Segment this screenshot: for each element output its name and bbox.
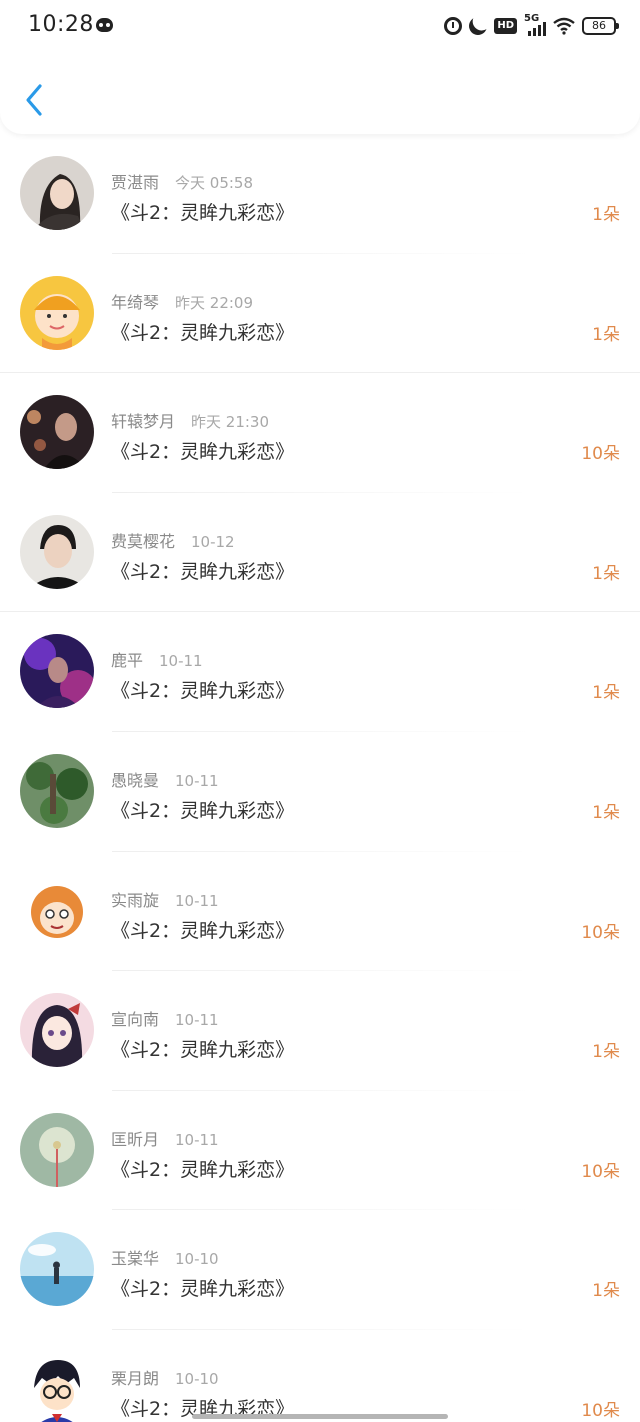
home-indicator[interactable] xyxy=(192,1414,448,1419)
user-name: 鹿平 xyxy=(111,651,144,671)
list-item[interactable]: 鹿平 10-11 《斗2：灵眸九彩恋》 1朵 xyxy=(0,612,640,732)
avatar[interactable] xyxy=(20,634,94,709)
avatar[interactable] xyxy=(20,1112,94,1187)
status-time: 10:28 xyxy=(28,12,94,37)
gift-amount: 10朵 xyxy=(581,444,620,465)
battery-indicator: 86 xyxy=(582,17,619,35)
user-name: 玉棠华 xyxy=(111,1249,160,1269)
list-item[interactable]: 愚晓曼 10-11 《斗2：灵眸九彩恋》 1朵 xyxy=(0,732,640,852)
user-name: 实雨旋 xyxy=(111,890,160,910)
book-title: 《斗2：灵眸九彩恋》 xyxy=(111,919,295,942)
list-item[interactable]: 贾湛雨 今天 05:58 《斗2：灵眸九彩恋》 1朵 xyxy=(0,134,640,254)
gift-amount: 10朵 xyxy=(581,922,620,943)
gift-date: 10-11 xyxy=(175,891,219,910)
user-name: 费莫樱花 xyxy=(111,531,176,551)
list-item[interactable]: 实雨旋 10-11 《斗2：灵眸九彩恋》 10朵 xyxy=(0,852,640,972)
book-title: 《斗2：灵眸九彩恋》 xyxy=(111,321,295,344)
user-name: 轩辕梦月 xyxy=(111,412,176,432)
list-item[interactable]: 轩辕梦月 昨天 21:30 《斗2：灵眸九彩恋》 10朵 xyxy=(0,373,640,493)
gift-amount: 1朵 xyxy=(592,1042,620,1063)
back-button[interactable] xyxy=(20,80,50,120)
list-item[interactable]: 费莫樱花 10-12 《斗2：灵眸九彩恋》 1朵 xyxy=(0,493,640,613)
signal-icon: 5G xyxy=(524,13,546,36)
gift-date: 昨天 21:30 xyxy=(191,413,270,432)
user-name: 栗月朗 xyxy=(111,1368,160,1388)
book-title: 《斗2：灵眸九彩恋》 xyxy=(111,560,295,583)
gift-amount: 1朵 xyxy=(592,802,620,823)
gift-date: 10-11 xyxy=(159,652,203,671)
gift-date: 10-11 xyxy=(175,1130,219,1149)
gift-amount: 1朵 xyxy=(592,205,620,225)
avatar[interactable] xyxy=(20,1351,94,1422)
gift-date: 今天 05:58 xyxy=(175,174,254,192)
list-item[interactable]: 年绮琴 昨天 22:09 《斗2：灵眸九彩恋》 1朵 xyxy=(0,254,640,374)
avatar[interactable] xyxy=(20,993,94,1068)
chevron-left-icon xyxy=(26,84,42,116)
list-item[interactable]: 宣向南 10-11 《斗2：灵眸九彩恋》 1朵 xyxy=(0,971,640,1091)
user-name: 年绮琴 xyxy=(111,292,160,312)
user-name: 匡昕月 xyxy=(111,1129,160,1149)
alarm-icon xyxy=(444,17,463,35)
list-item[interactable]: 栗月朗 10-10 《斗2：灵眸九彩恋》 10朵 xyxy=(0,1330,640,1422)
avatar[interactable] xyxy=(20,275,94,350)
gift-date: 10-12 xyxy=(191,532,235,551)
book-title: 《斗2：灵眸九彩恋》 xyxy=(111,799,295,822)
book-title: 《斗2：灵眸九彩恋》 xyxy=(111,202,295,224)
gift-date: 10-11 xyxy=(175,1011,219,1030)
book-title: 《斗2：灵眸九彩恋》 xyxy=(111,1278,295,1301)
gift-amount: 1朵 xyxy=(592,324,620,345)
gift-date: 10-10 xyxy=(175,1250,219,1269)
avatar[interactable] xyxy=(20,753,94,828)
gift-amount: 10朵 xyxy=(581,1400,620,1421)
do-not-disturb-moon-icon xyxy=(467,14,490,37)
notification-cat-icon xyxy=(96,18,113,32)
wifi-icon xyxy=(553,17,575,35)
avatar[interactable] xyxy=(20,1232,94,1307)
hd-badge: HD xyxy=(494,18,517,34)
avatar[interactable] xyxy=(20,873,94,948)
avatar[interactable] xyxy=(20,156,94,230)
gift-amount: 1朵 xyxy=(592,683,620,704)
user-name: 宣向南 xyxy=(111,1010,160,1030)
gift-date: 10-11 xyxy=(175,771,219,790)
user-name: 愚晓曼 xyxy=(111,770,160,790)
book-title: 《斗2：灵眸九彩恋》 xyxy=(111,1158,295,1181)
gift-date: 昨天 22:09 xyxy=(175,293,254,312)
top-bar: 10:28 HD 5G 86 xyxy=(0,0,640,134)
user-name: 贾湛雨 xyxy=(111,173,160,192)
list-item[interactable]: 匡昕月 10-11 《斗2：灵眸九彩恋》 10朵 xyxy=(0,1091,640,1211)
gift-record-list: 贾湛雨 今天 05:58 《斗2：灵眸九彩恋》 1朵 年绮琴 昨天 22:09 《斗… xyxy=(0,134,640,1422)
gift-amount: 10朵 xyxy=(581,1161,620,1182)
book-title: 《斗2：灵眸九彩恋》 xyxy=(111,680,295,703)
book-title: 《斗2：灵眸九彩恋》 xyxy=(111,441,295,464)
gift-amount: 1朵 xyxy=(592,563,620,584)
list-item[interactable]: 玉棠华 10-10 《斗2：灵眸九彩恋》 1朵 xyxy=(0,1210,640,1330)
gift-date: 10-10 xyxy=(175,1369,219,1388)
status-bar: 10:28 HD 5G 86 xyxy=(0,0,640,52)
gift-amount: 1朵 xyxy=(592,1281,620,1302)
avatar[interactable] xyxy=(20,514,94,589)
book-title: 《斗2：灵眸九彩恋》 xyxy=(111,1039,295,1062)
network-type: 5G xyxy=(524,13,540,24)
avatar[interactable] xyxy=(20,395,94,470)
